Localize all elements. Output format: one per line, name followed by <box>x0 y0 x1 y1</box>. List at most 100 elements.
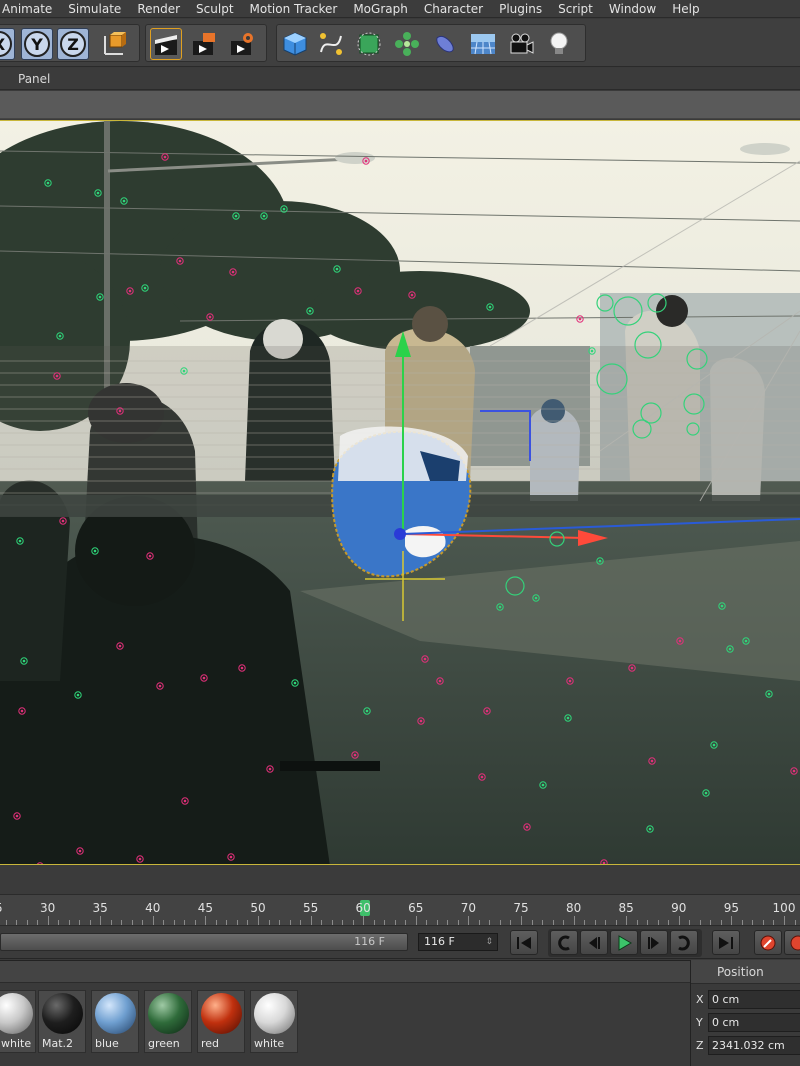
timeline-tick-mark <box>142 920 144 925</box>
track-point-dot <box>728 647 732 651</box>
menu-sculpt[interactable]: Sculpt <box>188 2 241 16</box>
timeline-tick-mark <box>16 920 18 925</box>
position-y-field[interactable]: 0 cm <box>708 1013 800 1032</box>
timeline-tick-mark <box>289 920 291 925</box>
autokey-button[interactable] <box>784 930 800 955</box>
track-point-dot <box>234 214 238 218</box>
track-point-dot <box>20 709 24 713</box>
timeline-tick-mark <box>689 920 691 925</box>
timeline-range-slider[interactable]: 116 F <box>0 933 408 951</box>
menu-plugins[interactable]: Plugins <box>491 2 550 16</box>
timeline-tick-mark <box>478 920 480 925</box>
cloner-flower-icon <box>395 32 419 56</box>
track-point-dot <box>419 719 423 723</box>
floor-environment-button[interactable] <box>467 28 499 60</box>
material-swatch-red[interactable]: red <box>197 990 245 1053</box>
record-keys-button[interactable] <box>754 930 782 955</box>
menu-help[interactable]: Help <box>664 2 707 16</box>
position-z-field[interactable]: 2341.032 cm <box>708 1036 800 1055</box>
timeline-tick-mark <box>173 920 175 925</box>
timeline-tick-mark <box>352 920 354 925</box>
go-to-end-button[interactable] <box>712 930 740 955</box>
cube-icon <box>283 32 307 56</box>
subdivision-surface-button[interactable] <box>353 28 385 60</box>
menu-character[interactable]: Character <box>416 2 491 16</box>
camera-icon <box>510 33 534 54</box>
timeline-tick-mark <box>510 920 512 925</box>
material-preview-ball <box>0 993 33 1034</box>
timeline-tick-mark <box>236 920 238 925</box>
spline-pen-button[interactable] <box>315 28 347 60</box>
timeline-tick-label: 35 <box>92 901 108 915</box>
track-point-dot <box>22 659 26 663</box>
timeline-tick-mark <box>184 920 186 925</box>
timeline-tick-mark <box>752 920 754 925</box>
material-swatch-white[interactable]: white <box>0 990 36 1053</box>
track-point-dot <box>525 825 529 829</box>
z-axis-lock-button[interactable]: Z <box>57 28 89 60</box>
menu-mograph[interactable]: MoGraph <box>345 2 416 16</box>
go-to-start-button[interactable] <box>510 930 538 955</box>
track-point-dot <box>364 159 368 163</box>
menu-simulate[interactable]: Simulate <box>60 2 129 16</box>
menu-animate[interactable]: Animate <box>0 2 60 16</box>
step-forward-button[interactable] <box>640 930 668 955</box>
editor-viewport[interactable] <box>0 120 800 865</box>
panel-menu[interactable]: Panel <box>0 72 50 86</box>
next-keyframe-button[interactable] <box>670 930 698 955</box>
camera-button[interactable] <box>505 28 537 60</box>
previous-keyframe-button[interactable] <box>550 930 578 955</box>
render-view-button[interactable] <box>150 28 182 60</box>
end-frame-field[interactable]: 116 F ⇕ <box>418 933 498 951</box>
coordinate-system-button[interactable] <box>99 28 131 60</box>
menu-script[interactable]: Script <box>550 2 601 16</box>
timeline-tick-mark <box>68 920 70 925</box>
deformer-button[interactable] <box>429 28 461 60</box>
track-point-dot <box>488 305 492 309</box>
render-picture-viewer-button[interactable] <box>188 28 220 60</box>
material-swatch-white-2[interactable]: white <box>250 990 298 1053</box>
render-settings-button[interactable] <box>226 28 258 60</box>
track-point-dot <box>541 783 545 787</box>
y-axis-label: Y <box>24 31 50 57</box>
material-label: green <box>148 1037 180 1050</box>
track-point-dot <box>143 286 147 290</box>
timeline-tick-mark <box>457 920 459 925</box>
y-axis-lock-button[interactable]: Y <box>21 28 53 60</box>
material-swatch-blue[interactable]: blue <box>91 990 139 1053</box>
track-point-dot <box>93 549 97 553</box>
menu-motion-tracker[interactable]: Motion Tracker <box>242 2 346 16</box>
track-point-dot <box>240 666 244 670</box>
track-point-dot <box>98 295 102 299</box>
track-point-dot <box>602 861 606 864</box>
array-cloner-button[interactable] <box>391 28 423 60</box>
step-back-icon <box>589 936 600 949</box>
timeline-tick-label: 45 <box>197 901 214 915</box>
menu-window[interactable]: Window <box>601 2 664 16</box>
timeline-tick-mark <box>321 920 323 925</box>
step-back-button[interactable] <box>580 930 608 955</box>
x-axis-lock-button[interactable]: X <box>0 28 15 60</box>
previous-key-icon <box>558 935 570 950</box>
track-point-dot <box>480 775 484 779</box>
track-point-dot <box>293 681 297 685</box>
light-button[interactable] <box>543 28 575 60</box>
timeline-tick-mark <box>363 916 365 925</box>
end-frame-value: 116 F <box>424 935 455 948</box>
timeline-tick-mark <box>205 916 207 925</box>
timeline-tick-mark <box>194 920 196 925</box>
timeline-ruler[interactable]: 25 30 35 40 45 50 55 60 65 70 75 80 85 90 95 100 <box>0 894 800 926</box>
timeline-tick-mark <box>310 916 312 925</box>
play-forward-button[interactable] <box>610 930 638 955</box>
track-point-dot <box>262 214 266 218</box>
timeline-tick-mark <box>79 920 81 925</box>
material-swatch-mat2[interactable]: Mat.2 <box>38 990 86 1053</box>
material-swatch-green[interactable]: green <box>144 990 192 1053</box>
next-key-icon <box>678 935 690 950</box>
cube-object-button[interactable] <box>279 28 311 60</box>
timeline-tick-label: 55 <box>302 901 319 915</box>
menu-render[interactable]: Render <box>129 2 188 16</box>
timeline-tick-mark <box>720 920 722 925</box>
timeline-tick-mark <box>110 920 112 925</box>
position-x-field[interactable]: 0 cm <box>708 990 800 1009</box>
